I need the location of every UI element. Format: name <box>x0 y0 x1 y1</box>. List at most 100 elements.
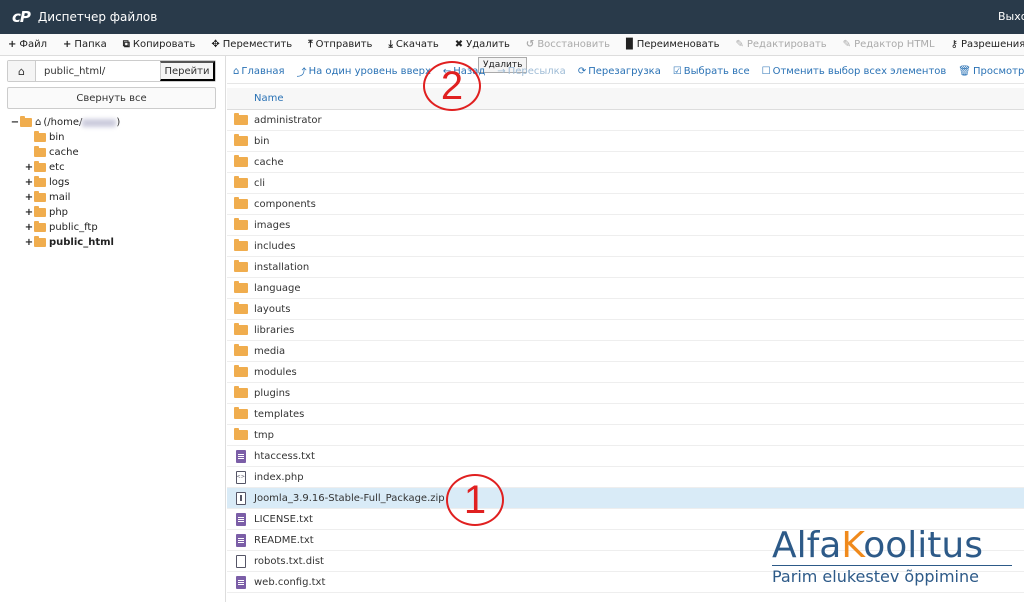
brand-name: AlfaKoolitus <box>772 525 983 566</box>
expand-toggle-icon[interactable]: + <box>24 235 34 250</box>
file-name: language <box>254 282 301 294</box>
home-nav-button[interactable]: ⌂ Главная <box>227 66 291 77</box>
root-label-suffix: ) <box>116 117 121 128</box>
tree-item-public-ftp[interactable]: + public_ftp <box>10 220 120 235</box>
tree-item-label: public_ftp <box>49 222 98 233</box>
file-type-icon-cell <box>227 113 254 125</box>
upload-button[interactable]: ⤒ Отправить <box>300 34 380 55</box>
expand-toggle-icon[interactable]: + <box>24 205 34 220</box>
rename-button[interactable]: ▉ Переименовать <box>618 34 727 55</box>
collapse-toggle-icon[interactable]: − <box>10 115 20 130</box>
tree-item-cache[interactable]: cache <box>10 145 120 160</box>
table-row[interactable]: components <box>227 194 1024 215</box>
tree-item-etc[interactable]: + etc <box>10 160 120 175</box>
path-input[interactable] <box>36 61 160 81</box>
table-row[interactable]: index.php <box>227 467 1024 488</box>
logout-link[interactable]: Выход <box>998 10 1024 23</box>
folder-open-icon <box>20 116 32 127</box>
html-editor-icon: ✎ <box>842 39 852 50</box>
delete-icon: ✖ <box>454 39 464 50</box>
tree-item-label: etc <box>49 162 65 173</box>
folder-tree: − ⌂ (/home/ ) bin cache + etc + logs + mail + php… <box>10 115 120 250</box>
blank-file-icon <box>235 554 246 568</box>
file-name: administrator <box>254 114 322 126</box>
file-name: installation <box>254 261 310 273</box>
expand-toggle-icon[interactable]: + <box>24 190 34 205</box>
new-folder-icon: + <box>63 39 72 50</box>
tree-item-bin[interactable]: bin <box>10 130 120 145</box>
folder-icon <box>233 281 248 293</box>
expand-toggle-icon[interactable]: + <box>24 220 34 235</box>
edit-button[interactable]: ✎ Редактировать <box>727 34 834 55</box>
copy-button[interactable]: ⧉ Копировать <box>115 34 204 55</box>
text-file-icon <box>235 533 246 547</box>
table-row[interactable]: libraries <box>227 320 1024 341</box>
table-row[interactable]: cli <box>227 173 1024 194</box>
table-row[interactable]: Joomla_3.9.16-Stable-Full_Package.zip <box>227 488 1024 509</box>
column-header-name[interactable]: Name <box>227 88 1024 110</box>
folder-icon <box>233 386 248 398</box>
table-row[interactable]: images <box>227 215 1024 236</box>
table-row[interactable]: installation <box>227 257 1024 278</box>
reload-button[interactable]: ⟳ Перезагрузка <box>572 66 667 77</box>
table-row[interactable]: plugins <box>227 383 1024 404</box>
tree-item-label: php <box>49 207 69 218</box>
html-editor-button[interactable]: ✎ Редактор HTML <box>835 34 943 55</box>
table-row[interactable]: htaccess.txt <box>227 446 1024 467</box>
table-row[interactable]: modules <box>227 362 1024 383</box>
text-file-icon <box>235 575 246 589</box>
table-row[interactable]: layouts <box>227 299 1024 320</box>
expand-toggle-icon[interactable]: + <box>24 175 34 190</box>
file-type-icon-cell <box>227 197 254 209</box>
delete-button-label: Удалить <box>466 39 510 50</box>
tree-item-public-html[interactable]: + public_html <box>10 235 120 250</box>
view-trash-button[interactable]: 🗑Просмотреть корзину <box>952 66 1024 77</box>
file-type-icon-cell <box>227 428 254 440</box>
expand-toggle-icon[interactable]: + <box>24 160 34 175</box>
download-icon: ⤓ <box>388 39 393 50</box>
file-type-icon-cell <box>227 470 254 484</box>
file-name: LICENSE.txt <box>254 513 313 525</box>
permissions-button[interactable]: ⚷ Разрешения <box>943 34 1024 55</box>
folder-icon <box>34 176 46 187</box>
folder-icon <box>34 236 46 247</box>
table-row[interactable]: administrator <box>227 110 1024 131</box>
select-all-button[interactable]: ☑ Выбрать все <box>667 66 756 77</box>
cpanel-logo[interactable]: cP <box>12 8 31 26</box>
new-folder-button[interactable]: + Папка <box>55 34 115 55</box>
rename-icon: ▉ <box>626 39 634 50</box>
table-row[interactable]: templates <box>227 404 1024 425</box>
table-row[interactable]: media <box>227 341 1024 362</box>
file-name: cli <box>254 177 266 189</box>
new-file-button[interactable]: + Файл <box>0 34 55 55</box>
restore-button[interactable]: ↺ Восстановить <box>518 34 618 55</box>
collapse-all-button[interactable]: Свернуть все <box>7 87 216 109</box>
table-row[interactable]: tmp <box>227 425 1024 446</box>
tree-item-label: mail <box>49 192 71 203</box>
forward-button[interactable]: → Пересылка <box>491 66 572 77</box>
table-row[interactable]: includes <box>227 236 1024 257</box>
text-file-icon <box>235 512 246 526</box>
deselect-all-button[interactable]: ☐ Отменить выбор всех элементов <box>756 66 953 77</box>
up-level-button[interactable]: ⤴ На один уровень вверх <box>291 64 437 79</box>
archive-icon <box>235 491 246 505</box>
restore-button-label: Восстановить <box>537 39 611 50</box>
move-button[interactable]: ✥ Переместить <box>203 34 300 55</box>
tree-item-php[interactable]: + php <box>10 205 120 220</box>
download-button[interactable]: ⤓ Скачать <box>380 34 446 55</box>
folder-icon <box>233 155 248 167</box>
file-type-icon-cell <box>227 134 254 146</box>
file-name: robots.txt.dist <box>254 555 324 567</box>
go-button[interactable]: Перейти <box>160 61 215 81</box>
table-row[interactable]: cache <box>227 152 1024 173</box>
folder-icon <box>233 197 248 209</box>
folder-icon <box>233 323 248 335</box>
table-row[interactable]: bin <box>227 131 1024 152</box>
tree-item-mail[interactable]: + mail <box>10 190 120 205</box>
table-row[interactable]: language <box>227 278 1024 299</box>
home-icon[interactable]: ⌂ <box>8 61 36 81</box>
tree-item-logs[interactable]: + logs <box>10 175 120 190</box>
file-type-icon-cell <box>227 533 254 547</box>
tree-root[interactable]: − ⌂ (/home/ ) <box>10 115 120 130</box>
delete-button[interactable]: ✖ Удалить <box>447 34 518 55</box>
